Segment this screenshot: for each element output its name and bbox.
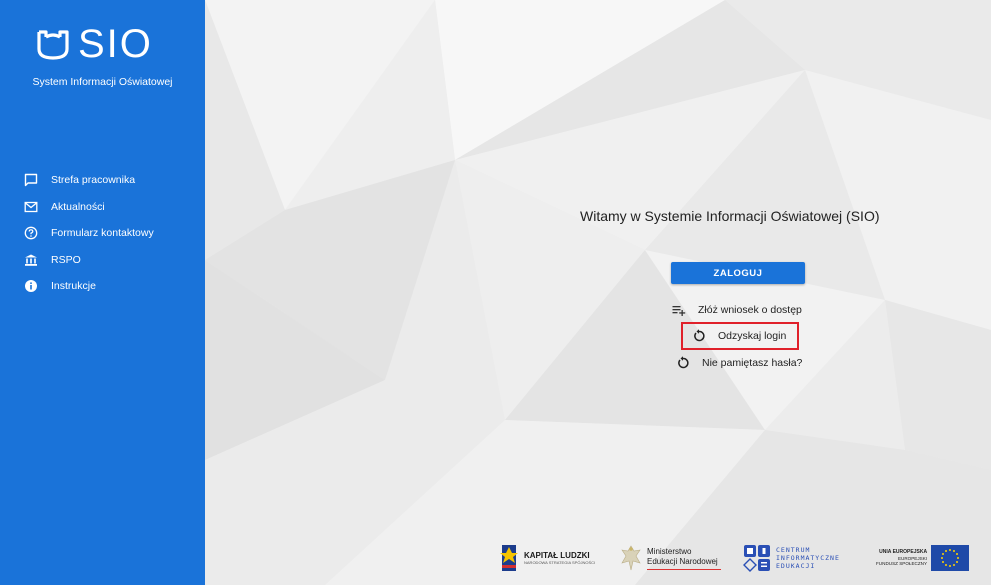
help-circle-icon	[24, 226, 38, 240]
polygon-background	[205, 0, 991, 585]
playlist-add-icon	[672, 303, 686, 317]
ue-line3: FUNDUSZ SPOŁECZNY	[876, 561, 928, 567]
info-icon	[24, 279, 38, 293]
cie-line3: EDUKACJI	[776, 562, 816, 570]
recover-login-link[interactable]: Odzyskaj login	[681, 322, 799, 350]
system-subtitle: System Informacji Oświatowej	[32, 76, 173, 88]
cie-line1: CENTRUM	[776, 546, 811, 554]
men-logo: Ministerstwo Edukacji Narodowej	[620, 540, 721, 576]
recover-login-label: Odzyskaj login	[718, 330, 787, 342]
restore-icon	[676, 356, 690, 370]
sidebar-item-label: Instrukcje	[51, 280, 96, 293]
sidebar-item-rspo[interactable]: RSPO	[0, 247, 205, 274]
logo-text: SIO	[78, 22, 153, 66]
sidebar-nav: Strefa pracownika Aktualności Formularz …	[0, 167, 205, 300]
cie-icon	[743, 545, 770, 572]
cie-line2: INFORMATYCZNE	[776, 554, 840, 562]
kapital-ludzki-sub: NARODOWA STRATEGIA SPÓJNOŚCI	[524, 560, 596, 565]
forgot-password-label: Nie pamiętasz hasła?	[702, 357, 803, 369]
main-content	[205, 0, 991, 585]
sidebar-item-label: Formularz kontaktowy	[51, 227, 154, 240]
chat-bubble-icon	[24, 173, 38, 187]
sidebar-item-instrukcje[interactable]: Instrukcje	[0, 273, 205, 300]
restore-icon	[692, 329, 706, 343]
welcome-heading: Witamy w Systemie Informacji Oświatowej …	[580, 208, 880, 224]
kapital-ludzki-logo: KAPITAŁ LUDZKI NARODOWA STRATEGIA SPÓJNO…	[500, 540, 595, 576]
forgot-password-link[interactable]: Nie pamiętasz hasła?	[676, 356, 802, 370]
sio-logo[interactable]: SIO	[36, 24, 153, 64]
sidebar-item-label: Strefa pracownika	[51, 174, 136, 187]
sidebar-item-aktualnosci[interactable]: Aktualności	[0, 194, 205, 221]
sidebar-item-formularz-kontaktowy[interactable]: Formularz kontaktowy	[0, 220, 205, 247]
kapital-ludzki-title: KAPITAŁ LUDZKI	[524, 551, 590, 560]
eagle-emblem-icon	[621, 545, 641, 571]
sidebar-item-label: Aktualności	[51, 200, 105, 213]
request-access-link[interactable]: Złóż wniosek o dostęp	[672, 303, 802, 317]
login-button[interactable]: ZALOGUJ	[671, 262, 805, 284]
mail-icon	[24, 200, 38, 214]
sio-logo-icon	[36, 27, 70, 61]
eu-flag-icon	[931, 545, 970, 571]
ue-line1: UNIA EUROPEJSKA	[879, 549, 928, 556]
sidebar: SIO System Informacji Oświatowej Strefa …	[0, 0, 205, 585]
men-underline	[647, 568, 721, 570]
request-access-label: Złóż wniosek o dostęp	[698, 304, 802, 316]
sidebar-item-label: RSPO	[51, 253, 81, 266]
eu-logo: UNIA EUROPEJSKA EUROPEJSKI FUNDUSZ SPOŁE…	[876, 540, 970, 576]
men-line2: Edukacji Narodowej	[647, 556, 718, 566]
kapital-ludzki-icon	[500, 545, 518, 571]
cie-logo: CENTRUM INFORMATYCZNE EDUKACJI	[743, 540, 840, 576]
bank-icon	[24, 253, 38, 267]
men-line1: Ministerstwo	[647, 546, 692, 556]
sidebar-item-strefa-pracownika[interactable]: Strefa pracownika	[0, 167, 205, 194]
